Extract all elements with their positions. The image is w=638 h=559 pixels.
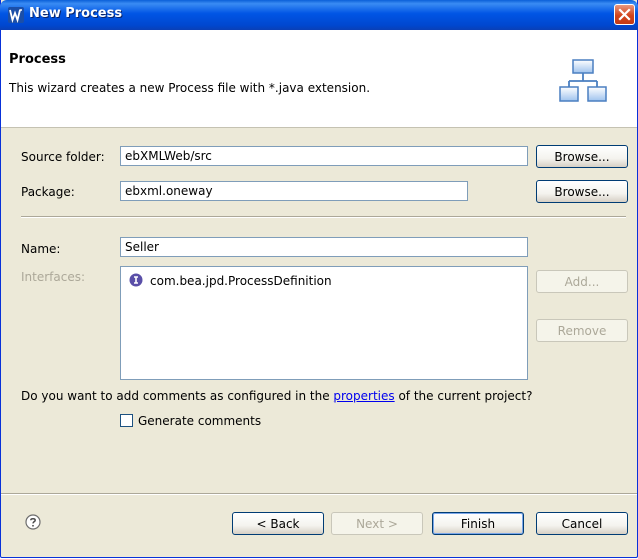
footer-separator xyxy=(1,493,637,495)
cancel-button[interactable]: Cancel xyxy=(536,512,628,535)
name-label: Name: xyxy=(21,242,61,256)
interfaces-list[interactable]: com.bea.jpd.ProcessDefinition xyxy=(120,266,528,380)
close-icon xyxy=(618,8,631,21)
interface-icon xyxy=(129,273,143,287)
separator xyxy=(21,216,626,218)
title-bar[interactable]: New Process xyxy=(0,0,638,30)
source-folder-label: Source folder: xyxy=(21,150,105,164)
generate-comments-label: Generate comments xyxy=(138,414,262,428)
banner-title: Process xyxy=(9,52,66,67)
back-button[interactable]: < Back xyxy=(232,512,324,535)
package-label: Package: xyxy=(21,185,75,199)
hierarchy-icon xyxy=(559,59,607,102)
banner-description: This wizard creates a new Process file w… xyxy=(9,81,371,95)
new-process-dialog: New Process Process This wizard creates … xyxy=(0,0,638,558)
generate-comments-checkbox[interactable] xyxy=(120,414,133,427)
interface-item-label: com.bea.jpd.ProcessDefinition xyxy=(150,274,332,288)
comments-question: Do you want to add comments as configure… xyxy=(21,389,532,403)
finish-button[interactable]: Finish xyxy=(432,512,524,535)
properties-link[interactable]: properties xyxy=(333,389,394,403)
package-browse-button[interactable]: Browse... xyxy=(536,180,628,203)
remove-interface-button[interactable]: Remove xyxy=(536,319,628,342)
source-folder-input[interactable]: ebXMLWeb/src xyxy=(120,146,528,166)
package-input[interactable]: ebxml.oneway xyxy=(120,181,468,201)
weblogic-icon xyxy=(8,7,24,23)
help-icon[interactable] xyxy=(25,514,41,530)
interfaces-label: Interfaces: xyxy=(21,270,86,284)
window-title: New Process xyxy=(29,6,123,21)
comments-question-text-end: of the current project? xyxy=(394,389,533,403)
source-folder-browse-button[interactable]: Browse... xyxy=(536,145,628,168)
comments-question-text: Do you want to add comments as configure… xyxy=(21,389,334,403)
name-input[interactable]: Seller xyxy=(120,237,528,257)
wizard-banner: Process This wizard creates a new Proces… xyxy=(1,30,637,128)
add-interface-button[interactable]: Add... xyxy=(536,270,628,293)
next-button[interactable]: Next > xyxy=(331,512,423,535)
close-button[interactable] xyxy=(614,4,635,25)
